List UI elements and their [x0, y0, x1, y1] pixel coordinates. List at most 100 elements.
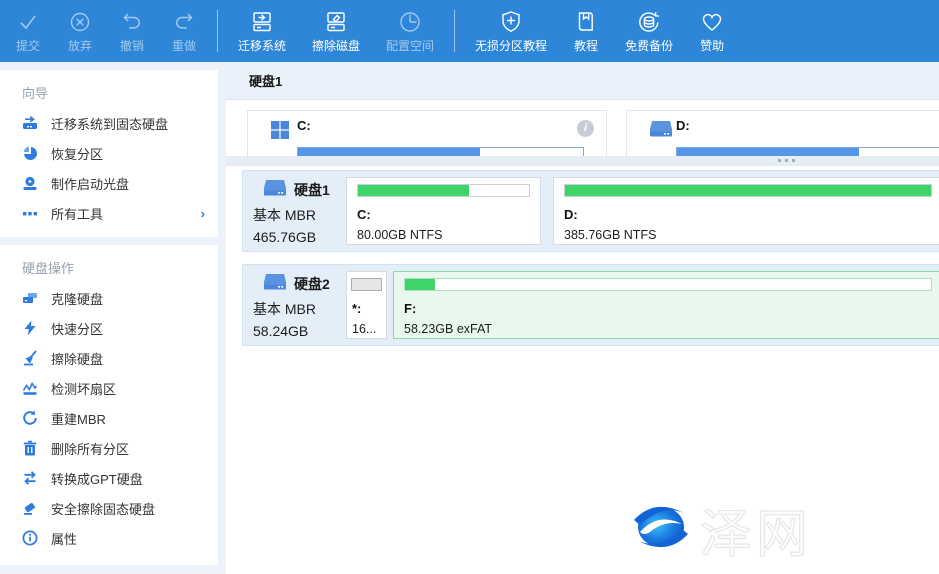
- tab-disk1[interactable]: 硬盘1: [226, 71, 282, 90]
- disk1-info-block[interactable]: 硬盘1 基本 MBR 465.76GB: [253, 179, 348, 245]
- partition-d-card[interactable]: D: 385.76GB NTFS: [553, 177, 939, 245]
- allocate-space-clock-icon: [397, 9, 423, 35]
- discard-label: 放弃: [68, 37, 92, 54]
- sponsor-button[interactable]: 赞助: [686, 0, 738, 62]
- sidebar-item-recover-partition[interactable]: 恢复分区: [0, 138, 218, 168]
- sidebar-item-all-tools[interactable]: 所有工具 ›: [0, 198, 218, 228]
- partition-usage-bar: [404, 278, 932, 291]
- sidebar-item-label: 删除所有分区: [51, 439, 129, 458]
- partition-tutorial-label: 无损分区教程: [475, 37, 547, 54]
- sidebar-item-label: 安全擦除固态硬盘: [51, 499, 155, 518]
- wipe-disk-label: 擦除磁盘: [312, 37, 360, 54]
- partition-info: 385.76GB NTFS: [564, 228, 656, 242]
- hard-disk-icon: [263, 179, 287, 200]
- partition-tutorial-button[interactable]: 无损分区教程: [462, 0, 560, 62]
- discard-button[interactable]: 放弃: [54, 0, 106, 62]
- convert-gpt-swap-icon: [22, 470, 38, 486]
- sidebar-item-rebuild-mbr[interactable]: 重建MBR: [0, 403, 218, 433]
- hard-disk-icon: [263, 273, 287, 294]
- disk2-size: 58.24GB: [253, 323, 348, 339]
- commit-label: 提交: [16, 37, 40, 54]
- info-icon[interactable]: i: [577, 120, 594, 137]
- watermark-swirl-logo-icon: [628, 496, 694, 563]
- shield-plus-icon: [498, 9, 524, 35]
- overview-volume-d-card[interactable]: D:: [626, 110, 939, 156]
- sidebar-item-check-bad-sectors[interactable]: 检测坏扇区: [0, 373, 218, 403]
- disk1-row: 硬盘1 基本 MBR 465.76GB C: 80.00GB NTFS D: 3…: [242, 170, 939, 252]
- wipe-brush-icon: [22, 350, 38, 366]
- sidebar-item-delete-all-partitions[interactable]: 删除所有分区: [0, 433, 218, 463]
- wizards-section-title: 向导: [0, 70, 218, 108]
- partition-f-card-selected[interactable]: F: 58.23GB exFAT: [393, 271, 939, 339]
- delete-all-trash-icon: [22, 440, 38, 456]
- toolbar-separator: [217, 10, 218, 52]
- partition-usage-bar: [351, 278, 382, 291]
- undo-label: 撤销: [120, 37, 144, 54]
- partition-manager-window: 提交 放弃 撤销 重做 迁移系统 擦除磁盘 配置空间 无损: [0, 0, 939, 574]
- disk-tab-bar: 硬盘1: [226, 62, 939, 100]
- toolbar-separator: [454, 10, 455, 52]
- overview-volume-c-card[interactable]: C: i: [247, 110, 607, 156]
- disk-operations-section-title: 硬盘操作: [0, 245, 218, 283]
- sidebar-item-quick-partition[interactable]: 快速分区: [0, 313, 218, 343]
- main-area: 硬盘1 C: i D:: [226, 62, 939, 574]
- backup-database-icon: [636, 9, 662, 35]
- free-backup-button[interactable]: 免费备份: [612, 0, 686, 62]
- partition-usage-bar: [357, 184, 530, 197]
- all-tools-dots-icon: [22, 205, 38, 221]
- sidebar-item-label: 重建MBR: [51, 409, 106, 428]
- sidebar-item-convert-gpt[interactable]: 转换成GPT硬盘: [0, 463, 218, 493]
- sidebar-item-properties[interactable]: 属性: [0, 523, 218, 553]
- undo-button[interactable]: 撤销: [106, 0, 158, 62]
- secure-erase-icon: [22, 500, 38, 516]
- migrate-system-disk-icon: [249, 9, 275, 35]
- splitter-dots-icon: [778, 159, 795, 162]
- migrate-ssd-icon: [22, 115, 38, 131]
- allocate-space-button[interactable]: 配置空间: [373, 0, 447, 62]
- redo-button[interactable]: 重做: [158, 0, 210, 62]
- partition-label: *:: [352, 301, 361, 316]
- undo-arrow-icon: [119, 9, 145, 35]
- sidebar-item-wipe-disk[interactable]: 擦除硬盘: [0, 343, 218, 373]
- disk2-info-block[interactable]: 硬盘2 基本 MBR 58.24GB: [253, 273, 348, 339]
- bootable-disc-icon: [22, 175, 38, 191]
- watermark: 泽网: [628, 492, 812, 567]
- sidebar-item-bootable-disc[interactable]: 制作启动光盘: [0, 168, 218, 198]
- sidebar-item-label: 擦除硬盘: [51, 349, 103, 368]
- partition-label: D:: [564, 207, 578, 222]
- overview-volume-label: D:: [676, 118, 690, 133]
- wipe-disk-button[interactable]: 擦除磁盘: [299, 0, 373, 62]
- sidebar-item-label: 快速分区: [51, 319, 103, 338]
- sponsor-label: 赞助: [700, 37, 724, 54]
- disk1-name: 硬盘1: [294, 180, 330, 200]
- sidebar-disk-operations-panel: 硬盘操作 克隆硬盘 快速分区 擦除硬盘 检测坏扇区: [0, 245, 218, 565]
- partition-label: C:: [357, 207, 371, 222]
- partition-info: 58.23GB exFAT: [404, 322, 492, 336]
- sidebar-item-label: 制作启动光盘: [51, 174, 129, 193]
- overview-volume-label: C:: [297, 118, 311, 133]
- sidebar-item-label: 转换成GPT硬盘: [51, 469, 143, 488]
- sidebar-item-secure-erase-ssd[interactable]: 安全擦除固态硬盘: [0, 493, 218, 523]
- sidebar-item-clone-disk[interactable]: 克隆硬盘: [0, 283, 218, 313]
- sidebar-main-gutter: [218, 62, 226, 574]
- partition-usage-bar: [564, 184, 932, 197]
- partition-label: F:: [404, 301, 416, 316]
- tutorial-button[interactable]: 教程: [560, 0, 612, 62]
- sidebar-item-label: 迁移系统到固态硬盘: [51, 114, 168, 133]
- discard-circle-x-icon: [67, 9, 93, 35]
- disk2-type: 基本 MBR: [253, 299, 348, 319]
- commit-button[interactable]: 提交: [2, 0, 54, 62]
- migrate-system-button[interactable]: 迁移系统: [225, 0, 299, 62]
- partition-info: 80.00GB NTFS: [357, 228, 442, 242]
- overview-splitter-handle[interactable]: [226, 156, 939, 166]
- check-icon: [15, 9, 41, 35]
- overview-usage-bar: [676, 147, 939, 156]
- partition-c-card[interactable]: C: 80.00GB NTFS: [346, 177, 541, 245]
- heart-icon: [699, 9, 725, 35]
- watermark-text: 泽网: [700, 492, 812, 567]
- rebuild-mbr-refresh-icon: [22, 410, 38, 426]
- sidebar-item-migrate-ssd[interactable]: 迁移系统到固态硬盘: [0, 108, 218, 138]
- sidebar-item-label: 属性: [51, 529, 77, 548]
- partition-unlettered-card[interactable]: *: 16...: [346, 271, 387, 339]
- sidebar-wizards-panel: 向导 迁移系统到固态硬盘 恢复分区 制作启动光盘 所有工具 ›: [0, 70, 218, 237]
